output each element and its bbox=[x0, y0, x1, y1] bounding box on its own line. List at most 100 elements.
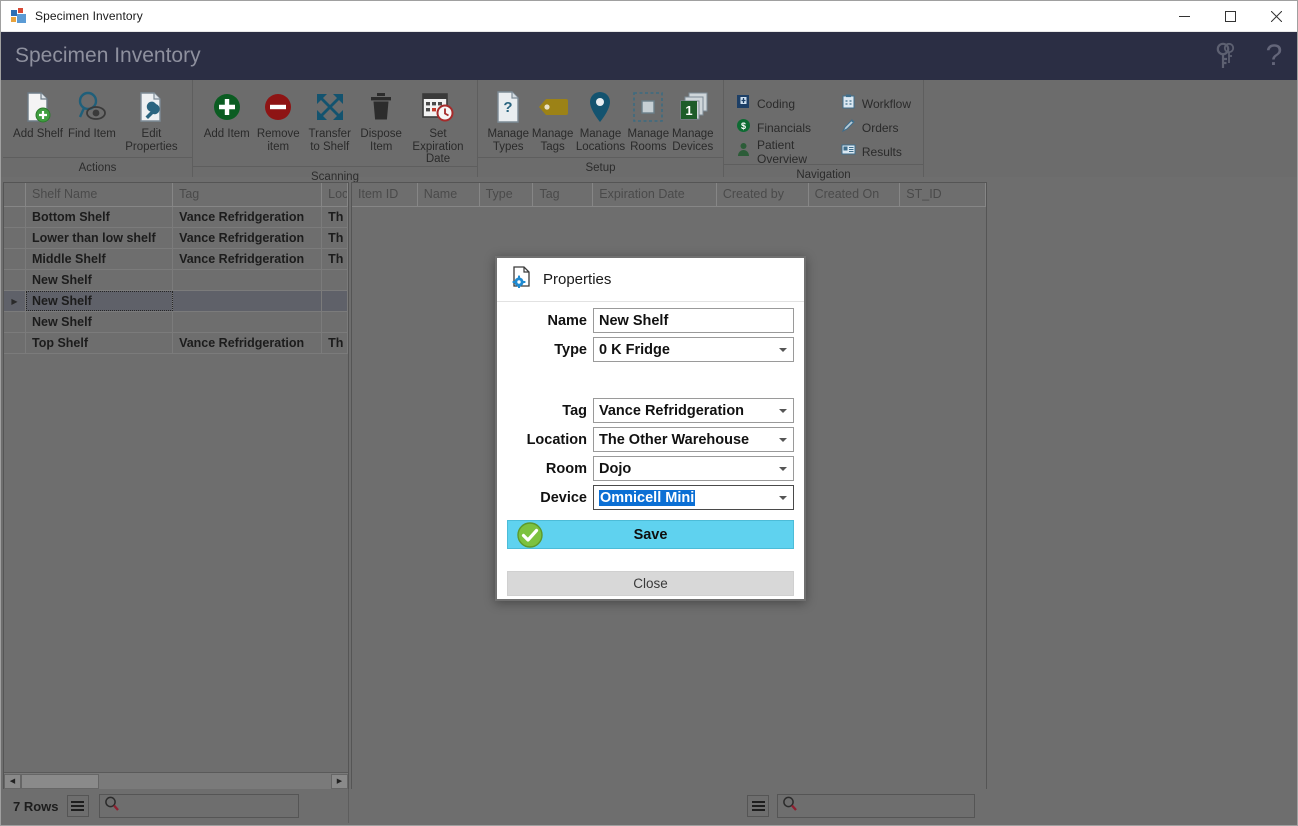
column-header-st-id[interactable]: ST_ID bbox=[900, 183, 986, 206]
window-title: Specimen Inventory bbox=[35, 9, 143, 23]
field-row-device: Device Omnicell Mini bbox=[507, 485, 794, 510]
cell-tag: Vance Refridgeration bbox=[173, 249, 323, 269]
row-selector[interactable] bbox=[4, 333, 26, 353]
location-select[interactable]: The Other Warehouse bbox=[593, 427, 794, 452]
row-selector[interactable] bbox=[4, 270, 26, 290]
column-header-expiration-date[interactable]: Expiration Date bbox=[593, 183, 717, 206]
nav-orders-button[interactable]: Orders bbox=[837, 116, 915, 140]
ribbon-group-label-setup: Setup bbox=[478, 157, 723, 177]
manage-tags-label: Manage Tags bbox=[531, 128, 574, 153]
shelves-menu-button[interactable] bbox=[66, 795, 89, 817]
cell-tag bbox=[173, 312, 323, 332]
document-question-icon: ? bbox=[493, 88, 523, 126]
nav-workflow-label: Workflow bbox=[861, 97, 911, 111]
close-dialog-button[interactable]: Close bbox=[507, 571, 794, 596]
manage-rooms-label: Manage Rooms bbox=[627, 128, 670, 153]
column-header-created-on[interactable]: Created On bbox=[809, 183, 901, 206]
cell-location: Th bbox=[322, 249, 348, 269]
cell-location: Th bbox=[322, 228, 348, 248]
items-menu-button[interactable] bbox=[747, 795, 769, 817]
table-row[interactable]: Middle Shelf Vance Refridgeration Th bbox=[4, 249, 348, 270]
items-search-input[interactable] bbox=[777, 794, 975, 818]
scroll-right-arrow[interactable]: ▶ bbox=[331, 773, 348, 789]
nav-orders-label: Orders bbox=[861, 121, 899, 135]
shelves-search-input[interactable] bbox=[98, 794, 299, 818]
ribbon-toolbar: Add Shelf Find Item Edit Properties Acti… bbox=[1, 80, 1297, 183]
maximize-button[interactable] bbox=[1207, 1, 1253, 32]
close-button[interactable] bbox=[1253, 1, 1297, 32]
column-header-tag[interactable]: Tag bbox=[173, 183, 323, 206]
nav-financials-label: Financials bbox=[757, 121, 812, 135]
edit-properties-button[interactable]: Edit Properties bbox=[119, 86, 184, 153]
titlebar: Specimen Inventory bbox=[1, 1, 1297, 32]
column-header-location[interactable]: Loc bbox=[322, 183, 348, 206]
column-header-name[interactable]: Name bbox=[418, 183, 480, 206]
type-select[interactable]: 0 K Fridge bbox=[593, 337, 794, 362]
row-selector[interactable] bbox=[4, 249, 26, 269]
nav-financials-button[interactable]: $ Financials bbox=[732, 116, 823, 140]
set-expiration-date-button[interactable]: Set Expiration Date bbox=[407, 86, 469, 166]
hscroll-track[interactable] bbox=[21, 773, 331, 789]
nav-results-label: Results bbox=[861, 145, 902, 159]
device-select[interactable]: Omnicell Mini bbox=[593, 485, 794, 510]
scroll-left-arrow[interactable]: ◀ bbox=[4, 773, 21, 789]
find-item-button[interactable]: Find Item bbox=[65, 86, 119, 141]
column-header-created-by[interactable]: Created by bbox=[717, 183, 809, 206]
ribbon-group-label-navigation: Navigation bbox=[724, 164, 923, 184]
hscroll-thumb[interactable] bbox=[21, 773, 99, 789]
column-header-item-id[interactable]: Item ID bbox=[352, 183, 418, 206]
app-header: Specimen Inventory ? bbox=[1, 32, 1297, 80]
table-row[interactable]: Bottom Shelf Vance Refridgeration Th bbox=[4, 207, 348, 228]
shelves-grid-hscrollbar[interactable]: ◀ ▶ bbox=[4, 772, 348, 789]
manage-devices-button[interactable]: 1 Manage Devices bbox=[671, 86, 715, 153]
row-selector[interactable] bbox=[4, 207, 26, 227]
transfer-to-shelf-label: Transfer to Shelf bbox=[308, 128, 351, 153]
add-shelf-button[interactable]: Add Shelf bbox=[11, 86, 65, 141]
column-header-tag2[interactable]: Tag bbox=[533, 183, 594, 206]
dispose-item-button[interactable]: Dispose Item bbox=[355, 86, 406, 153]
name-input[interactable]: New Shelf bbox=[593, 308, 794, 333]
manage-locations-button[interactable]: Manage Locations bbox=[575, 86, 626, 153]
cell-location: Th bbox=[322, 333, 348, 353]
field-row-name: Name New Shelf bbox=[507, 308, 794, 333]
row-selector-current[interactable]: ▶ bbox=[4, 291, 26, 311]
room-select-value: Dojo bbox=[599, 460, 632, 477]
table-row[interactable]: Lower than low shelf Vance Refridgeration… bbox=[4, 228, 348, 249]
nav-results-button[interactable]: Results bbox=[837, 140, 915, 164]
save-button[interactable]: Save bbox=[507, 520, 794, 549]
table-row[interactable]: New Shelf bbox=[4, 270, 348, 291]
transfer-to-shelf-button[interactable]: Transfer to Shelf bbox=[304, 86, 355, 153]
help-icon[interactable]: ? bbox=[1259, 39, 1289, 73]
minimize-button[interactable] bbox=[1161, 1, 1207, 32]
field-row-location: Location The Other Warehouse bbox=[507, 427, 794, 452]
dialog-body: Name New Shelf Type 0 K Fridge Tag Vance… bbox=[497, 302, 804, 510]
nav-workflow-button[interactable]: Workflow bbox=[837, 92, 915, 116]
nav-patient-overview-label: Patient Overview bbox=[757, 138, 808, 166]
app-window: Specimen Inventory Specimen Inventory ? … bbox=[0, 0, 1298, 826]
label-location: Location bbox=[526, 431, 587, 448]
tag-select[interactable]: Vance Refridgeration bbox=[593, 398, 794, 423]
column-header-type[interactable]: Type bbox=[480, 183, 534, 206]
table-row[interactable]: New Shelf bbox=[4, 312, 348, 333]
room-select[interactable]: Dojo bbox=[593, 456, 794, 481]
label-type: Type bbox=[554, 341, 587, 358]
statusbar: 7 Rows bbox=[3, 789, 1297, 823]
app-squares-icon bbox=[11, 8, 27, 24]
table-row[interactable]: Top Shelf Vance Refridgeration Th bbox=[4, 333, 348, 354]
nav-patient-overview-button[interactable]: Patient Overview bbox=[732, 138, 823, 166]
row-selector[interactable] bbox=[4, 228, 26, 248]
column-header-shelf-name[interactable]: Shelf Name bbox=[26, 183, 174, 206]
row-selector[interactable] bbox=[4, 312, 26, 332]
nav-coding-label: Coding bbox=[757, 97, 796, 111]
nav-coding-button[interactable]: Coding bbox=[732, 92, 823, 116]
table-row[interactable]: ▶ New Shelf bbox=[4, 291, 348, 312]
cell-tag bbox=[173, 270, 323, 290]
manage-types-button[interactable]: ? Manage Types bbox=[486, 86, 530, 153]
shelves-grid-header: Shelf Name Tag Loc bbox=[4, 183, 348, 207]
keys-icon[interactable] bbox=[1211, 39, 1241, 73]
manage-tags-button[interactable]: Manage Tags bbox=[530, 86, 574, 153]
cell-tag bbox=[173, 291, 323, 311]
remove-item-button[interactable]: Remove item bbox=[252, 86, 303, 153]
add-item-button[interactable]: Add Item bbox=[201, 86, 252, 141]
manage-rooms-button[interactable]: Manage Rooms bbox=[626, 86, 670, 153]
